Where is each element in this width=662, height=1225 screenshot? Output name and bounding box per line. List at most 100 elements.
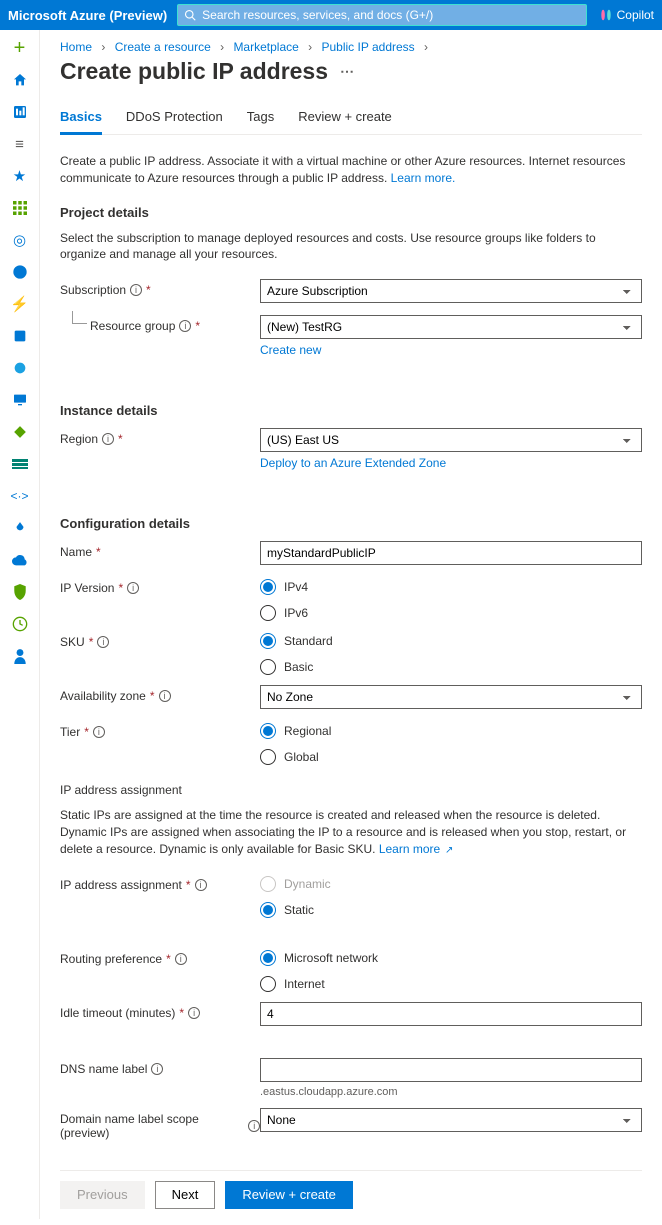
dns-label: DNS name label i — [60, 1058, 260, 1076]
learn-more-link[interactable]: Learn more. — [391, 171, 456, 185]
cosmos-icon[interactable] — [8, 356, 32, 380]
info-icon[interactable]: i — [93, 726, 105, 738]
ip-assignment-heading: IP address assignment — [60, 783, 642, 797]
scope-select[interactable]: None — [260, 1108, 642, 1132]
region-select[interactable]: (US) East US — [260, 428, 642, 452]
search-input[interactable] — [202, 8, 579, 22]
info-icon[interactable]: i — [248, 1120, 260, 1132]
idle-timeout-label: Idle timeout (minutes) * i — [60, 1002, 260, 1020]
grid-icon[interactable] — [8, 196, 32, 220]
breadcrumb-public-ip[interactable]: Public IP address — [322, 40, 415, 54]
clock-icon[interactable] — [8, 612, 32, 636]
tab-review[interactable]: Review + create — [298, 103, 392, 134]
sql-icon[interactable] — [8, 324, 32, 348]
subscription-label: Subscription i * — [60, 279, 260, 297]
left-nav: + ≡ ★ ◎ ⚡ <·> — [0, 30, 40, 1219]
previous-button: Previous — [60, 1181, 145, 1209]
sku-label: SKU * i — [60, 631, 260, 649]
deploy-extended-zone-link[interactable]: Deploy to an Azure Extended Zone — [260, 456, 446, 470]
ip-assignment-desc: Static IPs are assigned at the time the … — [60, 807, 642, 858]
diamond-icon[interactable] — [8, 420, 32, 444]
bars-icon[interactable] — [8, 452, 32, 476]
info-icon[interactable]: i — [102, 433, 114, 445]
radio-checked-icon — [260, 723, 276, 739]
tier-label: Tier * i — [60, 721, 260, 739]
info-icon[interactable]: i — [151, 1063, 163, 1075]
routing-internet-option[interactable]: Internet — [260, 976, 642, 992]
create-new-link[interactable]: Create new — [260, 343, 321, 357]
breadcrumb-home[interactable]: Home — [60, 40, 92, 54]
more-icon[interactable]: ⋯ — [340, 63, 354, 80]
drop-icon[interactable] — [8, 516, 32, 540]
availability-zone-label: Availability zone * i — [60, 685, 260, 703]
ipversion-label: IP Version * i — [60, 577, 260, 595]
dashboard-icon[interactable] — [8, 100, 32, 124]
tier-regional-option[interactable]: Regional — [260, 723, 642, 739]
tab-ddos[interactable]: DDoS Protection — [126, 103, 223, 134]
routing-microsoft-option[interactable]: Microsoft network — [260, 950, 642, 966]
user-icon[interactable] — [8, 644, 32, 668]
ip-dynamic-option: Dynamic — [260, 876, 642, 892]
cloud-icon[interactable] — [8, 548, 32, 572]
name-input[interactable] — [260, 541, 642, 565]
chevron-right-icon: › — [220, 40, 224, 54]
tabs: Basics DDoS Protection Tags Review + cre… — [60, 103, 642, 135]
breadcrumb-marketplace[interactable]: Marketplace — [233, 40, 298, 54]
subscription-select[interactable]: Azure Subscription — [260, 279, 642, 303]
ipversion-ipv4-option[interactable]: IPv4 — [260, 579, 642, 595]
resource-group-label: Resource group i * — [60, 315, 260, 333]
radio-icon — [260, 605, 276, 621]
ip-assignment-label: IP address assignment * i — [60, 874, 260, 892]
info-icon[interactable]: i — [175, 953, 187, 965]
star-icon[interactable]: ★ — [8, 164, 32, 188]
globe-icon[interactable] — [8, 260, 32, 284]
chevron-right-icon: › — [424, 40, 428, 54]
availability-zone-select[interactable]: No Zone — [260, 685, 642, 709]
info-icon[interactable]: i — [195, 879, 207, 891]
dns-input[interactable] — [260, 1058, 642, 1082]
info-icon[interactable]: i — [179, 320, 191, 332]
chevron-right-icon: › — [101, 40, 105, 54]
radio-icon — [260, 749, 276, 765]
brand-label[interactable]: Microsoft Azure (Preview) — [8, 8, 177, 23]
add-icon[interactable]: + — [8, 36, 32, 60]
breadcrumb: Home › Create a resource › Marketplace ›… — [60, 40, 642, 54]
target-icon[interactable]: ◎ — [8, 228, 32, 252]
sku-standard-option[interactable]: Standard — [260, 633, 642, 649]
learn-more-ip-link[interactable]: Learn more ↗ — [379, 842, 454, 856]
info-icon[interactable]: i — [127, 582, 139, 594]
next-button[interactable]: Next — [155, 1181, 216, 1209]
ipversion-ipv6-option[interactable]: IPv6 — [260, 605, 642, 621]
tab-tags[interactable]: Tags — [247, 103, 274, 134]
search-icon — [184, 9, 196, 21]
monitor-icon[interactable] — [8, 388, 32, 412]
region-label: Region i * — [60, 428, 260, 446]
home-icon[interactable] — [8, 68, 32, 92]
review-create-button[interactable]: Review + create — [225, 1181, 353, 1209]
routing-preference-label: Routing preference * i — [60, 948, 260, 966]
code-icon[interactable]: <·> — [8, 484, 32, 508]
ip-static-option[interactable]: Static — [260, 902, 642, 918]
copilot-button[interactable]: Copilot — [599, 8, 654, 22]
info-icon[interactable]: i — [130, 284, 142, 296]
breadcrumb-create-resource[interactable]: Create a resource — [115, 40, 211, 54]
external-link-icon: ↗ — [442, 845, 453, 856]
global-search[interactable] — [177, 4, 586, 26]
project-details-desc: Select the subscription to manage deploy… — [60, 230, 642, 264]
tab-basics[interactable]: Basics — [60, 103, 102, 135]
info-icon[interactable]: i — [159, 690, 171, 702]
resource-group-select[interactable]: (New) TestRG — [260, 315, 642, 339]
idle-timeout-input[interactable] — [260, 1002, 642, 1026]
info-icon[interactable]: i — [97, 636, 109, 648]
intro-text: Create a public IP address. Associate it… — [60, 153, 642, 187]
sku-basic-option[interactable]: Basic — [260, 659, 642, 675]
info-icon[interactable]: i — [188, 1007, 200, 1019]
shield-icon[interactable] — [8, 580, 32, 604]
function-icon[interactable]: ⚡ — [8, 292, 32, 316]
instance-details-heading: Instance details — [60, 403, 642, 418]
wizard-footer: Previous Next Review + create — [60, 1170, 642, 1219]
tier-global-option[interactable]: Global — [260, 749, 642, 765]
copilot-label: Copilot — [617, 8, 654, 22]
radio-checked-icon — [260, 950, 276, 966]
list-icon[interactable]: ≡ — [8, 132, 32, 156]
